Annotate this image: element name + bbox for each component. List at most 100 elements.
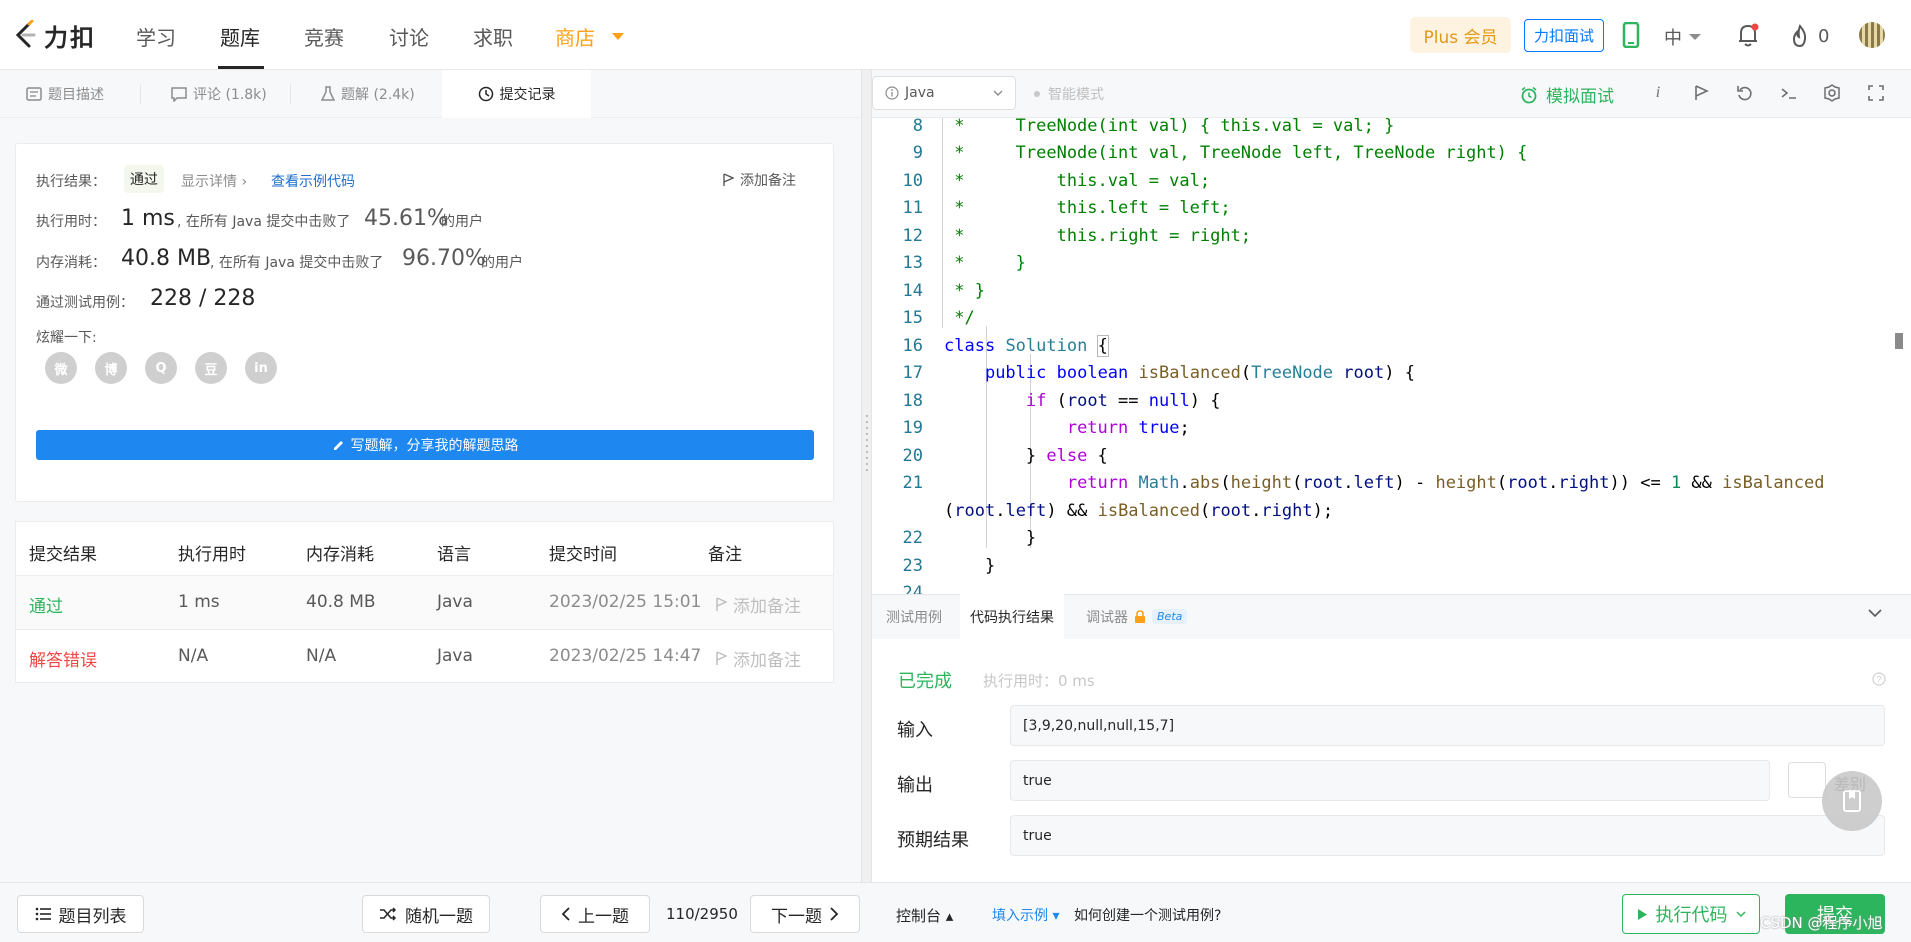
tab-comments[interactable]: 评论 (1.8k) [171, 70, 267, 118]
problem-list-button[interactable]: 题目列表 [17, 895, 144, 933]
memory-users: 的用户 [481, 255, 523, 271]
flag-icon [723, 173, 734, 186]
tab-run-result[interactable]: 代码执行结果 [960, 594, 1064, 639]
table-row[interactable]: 通过 1 ms 40.8 MB Java 2023/02/25 15:01 添加… [16, 575, 833, 629]
line-number: 10 [902, 171, 923, 191]
line-number: 13 [902, 253, 923, 273]
code-line: (root.left) && isBalanced(root.right); [944, 501, 1334, 521]
fullscreen-icon[interactable] [1865, 82, 1887, 104]
view-sample-code-link[interactable]: 查看示例代码 [271, 171, 355, 191]
nav-learn[interactable]: 学习 [136, 22, 176, 51]
nav-jobs[interactable]: 求职 [473, 22, 513, 51]
shuffle-icon [380, 907, 397, 921]
language-switch[interactable]: 中 [1664, 24, 1682, 50]
leetcode-logo[interactable]: 力扣 [12, 18, 96, 52]
code-editor[interactable]: 8 9 10 11 12 13 14 15 16 17 18 19 20 21 … [872, 118, 1911, 594]
reset-icon[interactable] [1734, 82, 1756, 104]
qq-icon[interactable]: Q [145, 352, 177, 384]
fill-example-button[interactable]: 填入示例 ▾ [992, 905, 1059, 925]
problem-page-count: 110/2950 [666, 905, 738, 923]
write-solution-button[interactable]: 写题解，分享我的解题思路 [36, 430, 814, 460]
next-problem-button[interactable]: 下一题 [750, 895, 860, 933]
tab-debugger[interactable]: 调试器 Beta [1086, 594, 1188, 639]
smart-mode-toggle[interactable]: 智能模式 [1034, 84, 1104, 104]
chevron-down-icon [993, 90, 1003, 96]
flag-icon [716, 651, 727, 665]
col-result: 提交结果 [29, 545, 97, 565]
memory-percent: 96.70% [402, 246, 486, 271]
diff-toggle[interactable] [1788, 762, 1826, 798]
run-code-button[interactable]: 执行代码 [1622, 894, 1760, 934]
prev-problem-button[interactable]: 上一题 [540, 895, 650, 933]
line-number: 9 [912, 143, 923, 163]
tab-description[interactable]: 题目描述 [26, 70, 104, 118]
problem-list-label: 题目列表 [58, 906, 127, 927]
chevron-down-icon [1735, 910, 1746, 917]
douban-icon[interactable]: 豆 [195, 352, 227, 384]
panel-resize-handle[interactable] [861, 70, 872, 882]
random-problem-button[interactable]: 随机一题 [362, 895, 490, 933]
user-avatar[interactable] [1859, 22, 1885, 48]
alarm-clock-icon [1521, 86, 1537, 103]
leetcode-interview-button[interactable]: 力扣面试 [1524, 19, 1604, 52]
add-note-button[interactable]: 添加备注 [722, 170, 796, 190]
row-result[interactable]: 解答错误 [29, 646, 97, 671]
submissions-table: 提交结果 执行用时 内存消耗 语言 提交时间 备注 通过 1 ms 40.8 M… [15, 521, 834, 683]
description-icon [26, 87, 42, 101]
table-row[interactable]: 解答错误 N/A N/A Java 2023/02/25 14:47 添加备注 [16, 629, 833, 683]
weibo-icon[interactable]: 博 [95, 352, 127, 384]
plus-member-button[interactable]: Plus 会员 [1410, 17, 1511, 53]
wechat-icon[interactable]: 微 [45, 352, 77, 384]
store-caret-icon[interactable] [612, 33, 624, 40]
help-icon[interactable]: ? [1872, 672, 1886, 686]
resize-grip[interactable] [866, 415, 868, 475]
top-navbar: 力扣 学习 题库 竞赛 讨论 求职 商店 Plus 会员 力扣面试 中 0 [0, 0, 1911, 70]
line-number: 21 [902, 473, 923, 493]
line-number: 14 [902, 281, 923, 301]
linkedin-icon[interactable]: in [245, 352, 277, 384]
terminal-icon[interactable] [1778, 82, 1800, 104]
tab-solutions[interactable]: 题解 (2.4k) [321, 70, 415, 118]
tab-description-label: 题目描述 [48, 87, 104, 103]
language-caret-icon[interactable] [1689, 34, 1701, 40]
add-note-label: 添加备注 [740, 173, 796, 189]
line-number: 12 [902, 226, 923, 246]
notification-bell-icon[interactable] [1736, 22, 1760, 48]
line-number: 17 [902, 363, 923, 383]
mobile-icon[interactable] [1622, 22, 1640, 48]
info-italic-icon[interactable]: i [1647, 82, 1669, 104]
editor-scrollbar-marker[interactable] [1895, 333, 1903, 349]
console-toggle[interactable]: 控制台 ▴ [896, 905, 953, 926]
tab-testcase[interactable]: 测试用例 [886, 594, 942, 639]
show-details-link[interactable]: 显示详情 › [181, 171, 247, 191]
row-add-note[interactable]: 添加备注 [715, 646, 801, 671]
play-icon [1637, 908, 1647, 920]
nav-discuss[interactable]: 讨论 [389, 22, 429, 51]
how-create-testcase-link[interactable]: 如何创建一个测试用例? [1074, 905, 1221, 925]
code-line: * } [944, 281, 985, 301]
tab-divider [290, 84, 291, 104]
row-result[interactable]: 通过 [29, 592, 63, 617]
code-line: * } [944, 253, 1026, 273]
tab-submissions[interactable]: 提交记录 [442, 70, 591, 118]
indent-guide [942, 118, 943, 328]
row-memory: 40.8 MB [306, 592, 376, 612]
nav-contest[interactable]: 竞赛 [304, 22, 344, 51]
nav-store[interactable]: 商店 [555, 22, 595, 51]
flame-streak-icon[interactable] [1789, 24, 1811, 48]
line-number: 8 [912, 118, 923, 136]
settings-gear-icon[interactable] [1821, 82, 1843, 104]
nav-problemset[interactable]: 题库 [220, 22, 260, 51]
run-flag-icon[interactable] [1690, 82, 1712, 104]
collapse-console-icon[interactable] [1868, 609, 1882, 618]
col-memory: 内存消耗 [306, 545, 374, 565]
code-line: * this.right = right; [944, 226, 1252, 246]
language-select[interactable]: Java [872, 76, 1016, 110]
runtime-desc: , 在所有 Java 提交中击败了 [177, 214, 351, 230]
line-number: 11 [902, 198, 923, 218]
mock-interview-button[interactable]: 模拟面试 [1520, 82, 1614, 107]
row-add-note[interactable]: 添加备注 [715, 592, 801, 617]
tab-debugger-label: 调试器 [1086, 609, 1128, 626]
line-number: 22 [902, 528, 923, 548]
floating-notes-button[interactable] [1822, 771, 1882, 831]
